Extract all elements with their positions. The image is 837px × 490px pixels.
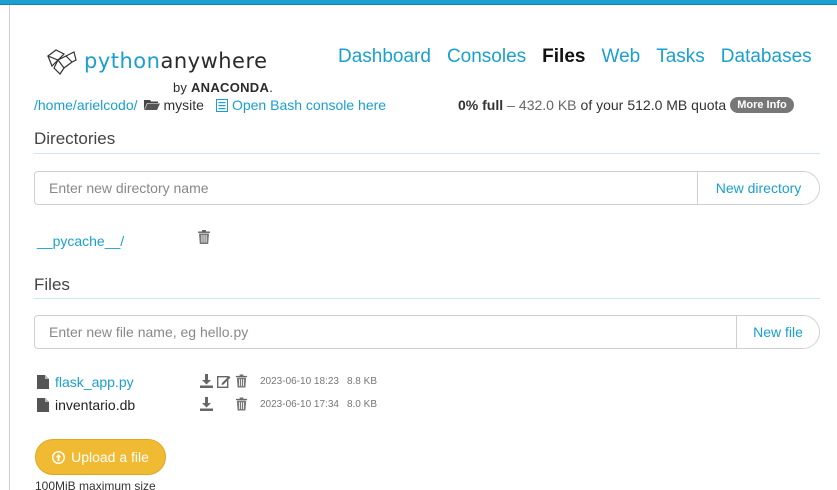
files-divider xyxy=(34,298,820,299)
quota-used: 432.0 KB xyxy=(518,97,577,113)
file-size: 8.0 KB xyxy=(346,399,377,410)
logo-wordmark: pythonanywhere xyxy=(84,48,268,73)
quota-percent: 0% full xyxy=(458,97,504,113)
directories-divider xyxy=(34,153,820,154)
breadcrumb-current: mysite xyxy=(163,97,204,113)
open-bash-label: Open Bash console here xyxy=(231,97,387,113)
file-modified: 2023-06-10 17:34 xyxy=(260,399,339,410)
nav-dashboard[interactable]: Dashboard xyxy=(338,46,431,68)
new-directory-group: New directory xyxy=(34,171,820,205)
new-directory-input[interactable] xyxy=(35,172,697,204)
quota-total: 512.0 MB quota xyxy=(627,97,727,113)
new-file-button[interactable]: New file xyxy=(736,316,819,348)
console-icon xyxy=(215,98,228,112)
new-file-group: New file xyxy=(34,315,820,349)
file-meta: 2023-06-10 17:34 8.0 KB xyxy=(260,399,377,410)
folder-open-icon xyxy=(143,100,160,110)
breadcrumb-user[interactable]: arielcodo/ xyxy=(77,97,138,113)
open-bash-link[interactable]: Open Bash console here xyxy=(215,97,387,113)
main-nav: Dashboard Consoles Files Web Tasks Datab… xyxy=(338,46,812,68)
edit-icon[interactable] xyxy=(217,374,231,388)
file-modified: 2023-06-10 18:23 xyxy=(260,376,339,387)
by-anaconda: by ANACONDA. xyxy=(173,80,273,95)
trash-icon[interactable] xyxy=(197,230,211,244)
breadcrumb: /home/ arielcodo/ mysite Open Bash conso… xyxy=(34,97,386,113)
snake-logo-icon xyxy=(46,49,77,75)
page-frame xyxy=(9,5,837,490)
upload-max-size: 100MiB maximum size xyxy=(35,479,156,490)
more-info-badge[interactable]: More Info xyxy=(730,97,794,113)
new-directory-button[interactable]: New directory xyxy=(697,172,819,204)
file-actions xyxy=(200,374,248,388)
download-icon[interactable] xyxy=(200,397,213,411)
quota-of-your: of your xyxy=(580,97,624,113)
nav-tasks[interactable]: Tasks xyxy=(656,46,705,68)
nav-files[interactable]: Files xyxy=(542,46,585,68)
trash-icon[interactable] xyxy=(235,374,248,388)
nav-web[interactable]: Web xyxy=(601,46,640,68)
file-row: flask_app.py xyxy=(37,374,205,390)
file-icon xyxy=(37,398,49,412)
directories-heading: Directories xyxy=(34,129,116,148)
new-file-input[interactable] xyxy=(35,316,736,348)
file-size: 8.8 KB xyxy=(346,376,377,387)
breadcrumb-home[interactable]: /home/ xyxy=(34,97,77,113)
file-icon xyxy=(37,375,49,389)
file-meta: 2023-06-10 18:23 8.8 KB xyxy=(260,376,377,387)
file-actions xyxy=(200,397,248,411)
file-link[interactable]: flask_app.py xyxy=(55,374,205,390)
download-icon[interactable] xyxy=(200,374,213,388)
pythonanywhere-logo[interactable]: pythonanywhere xyxy=(44,46,268,76)
nav-consoles[interactable]: Consoles xyxy=(447,46,526,68)
file-row: inventario.db xyxy=(37,397,205,413)
upload-file-button[interactable]: Upload a file xyxy=(35,439,166,475)
quota-dash: – xyxy=(507,97,515,113)
directory-item[interactable]: __pycache__/ xyxy=(37,233,124,249)
upload-label: Upload a file xyxy=(71,449,149,465)
file-name: inventario.db xyxy=(55,397,136,413)
trash-icon[interactable] xyxy=(235,397,248,411)
upload-arrow-icon xyxy=(52,450,66,464)
files-heading: Files xyxy=(34,275,70,294)
nav-databases[interactable]: Databases xyxy=(721,46,812,68)
quota-status: 0% full – 432.0 KB of your 512.0 MB quot… xyxy=(458,97,794,113)
